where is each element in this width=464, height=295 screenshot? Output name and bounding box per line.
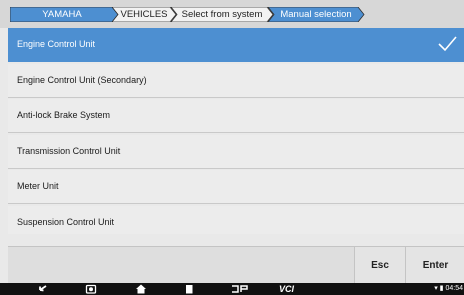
list-item-anti-lock-brake-system[interactable]: Anti-lock Brake System: [8, 99, 464, 133]
list-item-label: Engine Control Unit (Secondary): [17, 74, 147, 85]
esc-button-label: Esc: [371, 260, 389, 271]
breadcrumb-label: YAMAHA: [42, 9, 82, 20]
list-item-label: Meter Unit: [17, 181, 59, 191]
back-icon[interactable]: [36, 284, 48, 294]
enter-button-label: Enter: [422, 260, 449, 271]
list-item-transmission-control-unit[interactable]: Transmission Control Unit: [8, 134, 464, 169]
breadcrumb-label: VEHICLES: [120, 9, 168, 20]
list-item-label: Transmission Control Unit: [17, 145, 121, 156]
breadcrumb-label: Manual selection: [280, 9, 352, 20]
system-list: Engine Control Unit Engine Control Unit …: [8, 28, 464, 241]
breadcrumb-item-manual-selection[interactable]: Manual selection: [268, 7, 365, 22]
home-icon[interactable]: [135, 284, 147, 294]
breadcrumb-item-vehicles[interactable]: VEHICLES: [112, 7, 177, 22]
list-item-label: Engine Control Unit: [17, 39, 96, 49]
status-area: ▾ ▮ 04:54: [434, 283, 464, 295]
list-item-engine-control-unit-secondary[interactable]: Engine Control Unit (Secondary): [8, 63, 464, 98]
list-item-label: Suspension Control Unit: [17, 216, 115, 227]
list-item-label: Anti-lock Brake System: [17, 110, 111, 120]
clock: 04:54: [445, 285, 463, 292]
check-icon: [438, 36, 457, 52]
breadcrumb: YAMAHA VEHICLES Select from system Manua…: [0, 0, 464, 28]
camera-icon[interactable]: [85, 284, 97, 294]
list-item-engine-control-unit[interactable]: Engine Control Unit: [8, 28, 464, 62]
list-item-meter-unit[interactable]: Meter Unit: [8, 170, 464, 204]
recents-icon[interactable]: [183, 284, 195, 294]
enter-button[interactable]: Enter: [405, 247, 464, 284]
esc-button[interactable]: Esc: [354, 247, 405, 284]
function-button-bar: Esc Enter: [8, 246, 464, 284]
vci-label[interactable]: VCI: [279, 283, 294, 295]
breadcrumb-item-yamaha[interactable]: YAMAHA: [10, 7, 119, 22]
system-navigation-bar: VCI ▾ ▮ 04:54: [0, 283, 464, 295]
breadcrumb-item-select-from-system[interactable]: Select from system: [171, 7, 274, 22]
breadcrumb-label: Select from system: [181, 9, 263, 20]
list-empty-area: [8, 234, 464, 246]
wifi-battery-icons: ▾ ▮: [434, 285, 444, 292]
dp-icon[interactable]: [230, 284, 250, 294]
